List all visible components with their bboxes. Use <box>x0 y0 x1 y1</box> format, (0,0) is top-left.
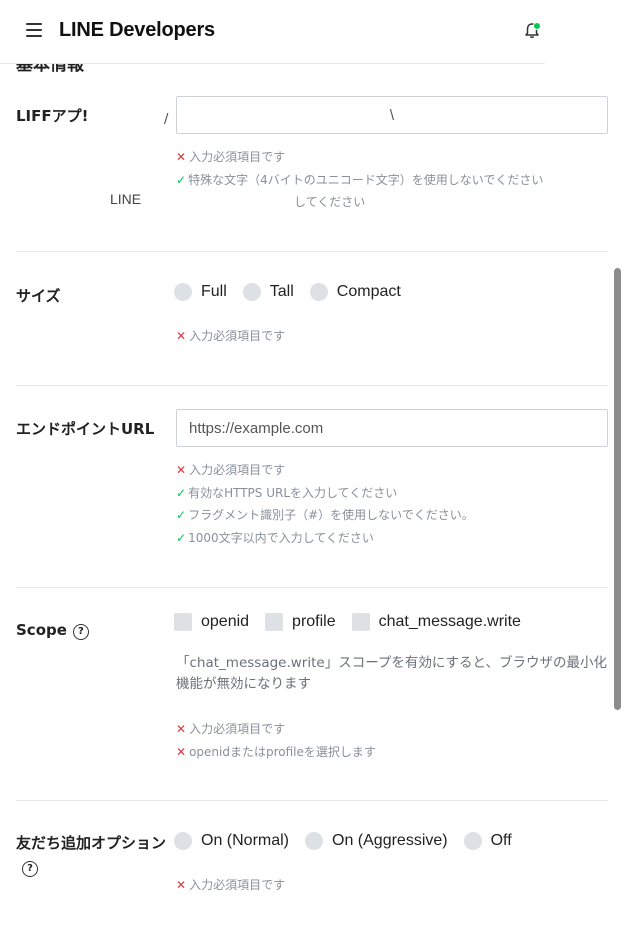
radio-button[interactable] <box>309 283 328 301</box>
scope-note: 「chat_message.write」スコープを有効にすると、ブラウザの最小化… <box>176 655 607 692</box>
app-name-input[interactable]: \ <box>176 96 608 134</box>
scope-validations: ✕ 入力必須項目です ✕ openidまたはprofileを選択します <box>176 718 376 763</box>
app-name-validations: ✕ 入力必須項目です ✓ 特殊な文字（4バイトのユニコード文字）を使用しないでくださ… <box>176 146 543 214</box>
scope-option-profile[interactable]: profile <box>265 613 336 631</box>
friend-option-label: 友だち追加オプション? <box>16 831 166 879</box>
endpoint-label: エンドポイントURL <box>16 420 155 438</box>
friend-option-on-normal[interactable]: On (Normal) <box>174 832 289 850</box>
radio-button[interactable] <box>305 832 324 850</box>
check-icon: ✓ <box>176 530 187 545</box>
checkbox[interactable] <box>351 613 370 631</box>
validation-item: ✕ 入力必須項目です <box>176 722 286 736</box>
friend-option-validations: ✕ 入力必須項目です <box>176 874 285 897</box>
hamburger-menu-icon[interactable] <box>26 23 42 39</box>
validation-item: ✕ 入力必須項目です <box>176 150 286 164</box>
validation-item: ✓ フラグメント識別子（#）を使用しないでください。 <box>176 508 474 522</box>
size-option-compact[interactable]: Compact <box>309 283 401 301</box>
app-name-label: LIFFアプ! <box>16 107 89 125</box>
scope-row: Scope? openid profile chat_message.write… <box>16 588 608 801</box>
endpoint-url-input[interactable]: https://example.com <box>176 409 608 447</box>
size-option-tall[interactable]: Tall <box>242 283 294 301</box>
friend-option-off[interactable]: Off <box>463 832 512 850</box>
help-circle-icon[interactable]: ? <box>72 624 89 640</box>
check-icon: ✓ <box>176 172 187 187</box>
notification-badge <box>533 22 541 30</box>
radio-button[interactable] <box>463 832 482 850</box>
validation-item: ✕ 入力必須項目です <box>176 463 286 477</box>
size-option-full[interactable]: Full <box>174 283 227 301</box>
size-radio-group: Full Tall Compact <box>174 283 417 301</box>
top-header: LINE Developers <box>0 0 545 64</box>
validation-item: ✕ 入力必須項目です <box>176 329 286 343</box>
size-validations: ✕ 入力必須項目です <box>176 325 285 348</box>
radio-button[interactable] <box>174 283 192 301</box>
notification-bell-icon[interactable] <box>522 21 542 41</box>
scope-checkbox-group: openid profile chat_message.write <box>174 613 537 631</box>
endpoint-url-placeholder: https://example.com <box>189 419 324 437</box>
cross-icon: ✕ <box>176 878 187 892</box>
validation-item: ✕ openidまたはprofileを選択します <box>176 744 376 759</box>
size-label: サイズ <box>16 287 61 305</box>
friend-option-radio-group: On (Normal) On (Aggressive) Off <box>174 832 528 850</box>
radio-button[interactable] <box>242 283 261 301</box>
validation-item: してください <box>294 195 366 209</box>
scope-label: Scope? <box>16 621 89 640</box>
cross-icon: ✕ <box>176 744 187 759</box>
validation-item: ✓ 特殊な文字（4バイトのユニコード文字）を使用しないでください <box>176 172 544 187</box>
checkbox[interactable] <box>174 613 192 631</box>
validation-item: ✓ 1000文字以内で入力してください <box>176 530 374 545</box>
scrollbar[interactable] <box>614 268 621 710</box>
help-circle-icon[interactable]: ? <box>22 861 38 877</box>
cross-icon: ✕ <box>176 150 187 164</box>
app-name-row: LIFFアプ! / LINE \ ✕ 入力必須項目です ✓ 特殊な文字（4バイトのユ… <box>16 64 608 252</box>
endpoint-validations: ✕ 入力必須項目です ✓ 有効なHTTPS URLを入力してください ✓ フラグメント… <box>176 459 474 549</box>
cross-icon: ✕ <box>176 722 187 736</box>
validation-item: ✕ 入力必須項目です <box>176 878 286 892</box>
size-row: サイズ Full Tall Compact ✕ 入力必須項目です <box>16 252 608 386</box>
app-name-slash: / <box>164 112 169 127</box>
check-icon: ✓ <box>176 485 187 500</box>
validation-item: ✓ 有効なHTTPS URLを入力してください <box>176 485 398 500</box>
brand-title[interactable]: LINE Developers <box>59 19 215 42</box>
scope-option-openid[interactable]: openid <box>174 613 249 631</box>
scope-option-chat-message-write[interactable]: chat_message.write <box>351 613 521 631</box>
cross-icon: ✕ <box>176 329 187 343</box>
cross-icon: ✕ <box>176 463 187 477</box>
app-name-line-text: LINE <box>110 191 142 207</box>
check-icon: ✓ <box>176 508 187 522</box>
friend-option-row: 友だち追加オプション? On (Normal) On (Aggressive) … <box>16 801 608 938</box>
friend-option-on-aggressive[interactable]: On (Aggressive) <box>305 832 448 850</box>
endpoint-row: エンドポイントURL https://example.com ✕ 入力必須項目です… <box>16 386 608 588</box>
radio-button[interactable] <box>174 832 192 850</box>
checkbox[interactable] <box>265 613 284 631</box>
app-name-input-value: \ <box>389 106 395 124</box>
